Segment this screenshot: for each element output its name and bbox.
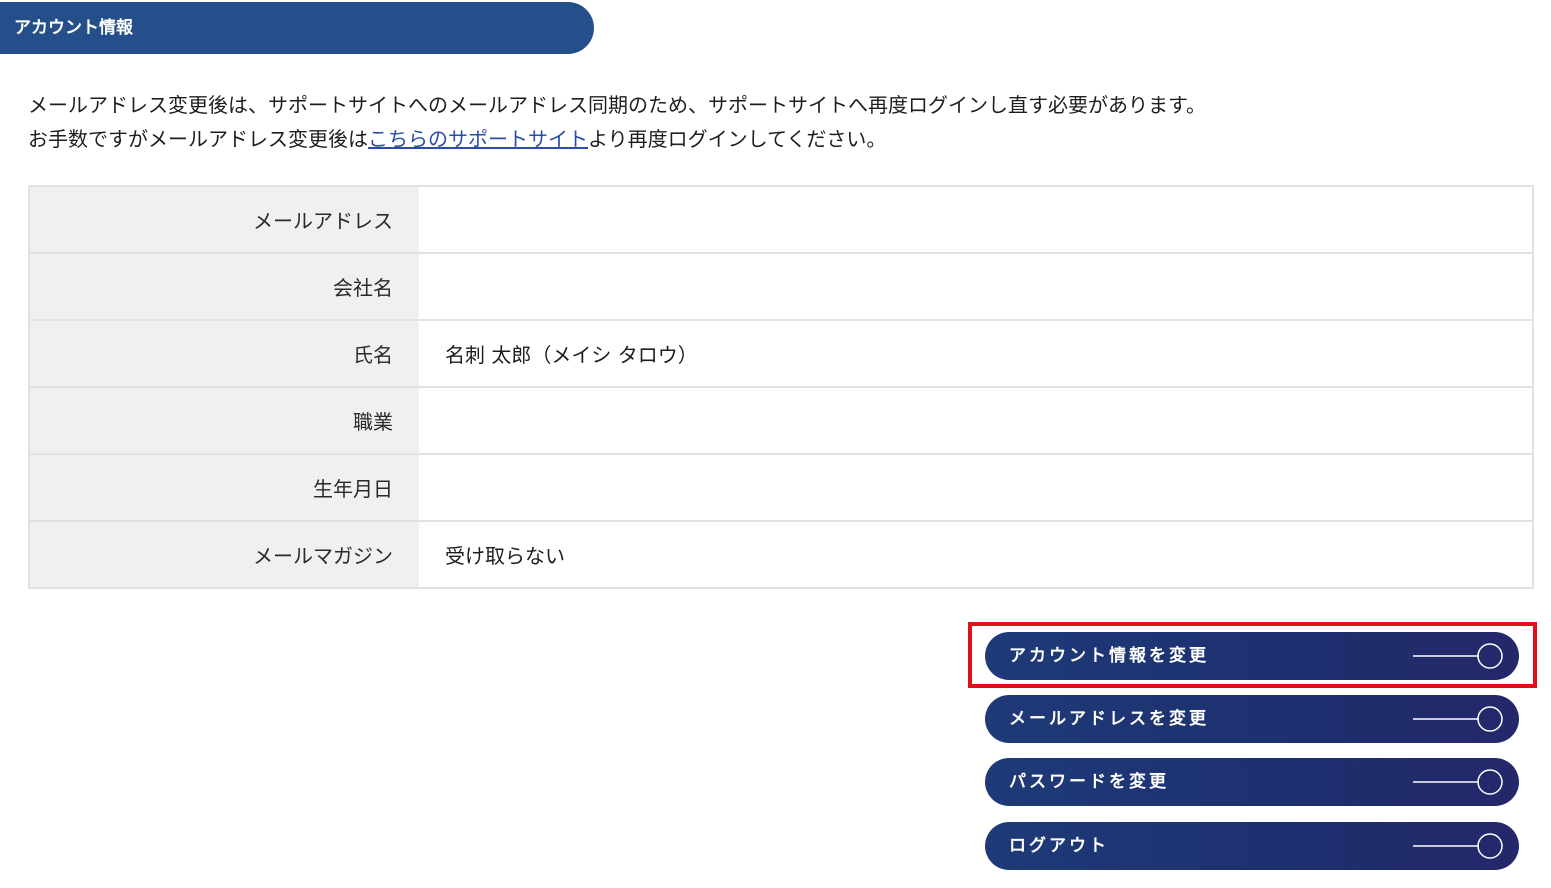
- line-circle-arrow-icon: [1413, 643, 1503, 669]
- change-account-info-label: アカウント情報を変更: [1009, 646, 1209, 666]
- table-row: メールマガジン 受け取らない: [29, 520, 1533, 588]
- line-circle-arrow-icon: [1413, 833, 1503, 859]
- change-email-label: メールアドレスを変更: [1009, 709, 1209, 729]
- notice-text-after-link: より再度ログインしてください。: [588, 127, 887, 151]
- table-row: メールアドレス: [29, 186, 1533, 253]
- sync-notice: メールアドレス変更後は、サポートサイトへのメールアドレス同期のため、サポートサイ…: [28, 88, 1206, 156]
- occupation-label: 職業: [29, 386, 419, 454]
- notice-line-2: お手数ですがメールアドレス変更後はこちらのサポートサイトより再度ログインしてくだ…: [28, 122, 1206, 156]
- line-circle-arrow-icon: [1413, 706, 1503, 732]
- logout-label: ログアウト: [1009, 836, 1109, 856]
- occupation-value: [419, 386, 1533, 454]
- name-value: 名刺 太郎（メイシ タロウ）: [419, 319, 1533, 387]
- section-header-account-info: アカウント情報: [0, 2, 594, 54]
- newsletter-value: 受け取らない: [419, 520, 1533, 588]
- birthdate-value: [419, 453, 1533, 521]
- company-value: [419, 252, 1533, 320]
- change-password-button[interactable]: パスワードを変更: [985, 758, 1519, 806]
- table-row: 氏名 名刺 太郎（メイシ タロウ）: [29, 319, 1533, 387]
- change-account-info-button[interactable]: アカウント情報を変更: [985, 632, 1519, 680]
- line-circle-arrow-icon: [1413, 769, 1503, 795]
- birthdate-label: 生年月日: [29, 453, 419, 521]
- table-row: 会社名: [29, 252, 1533, 320]
- section-title: アカウント情報: [14, 18, 133, 38]
- notice-text-before-link: お手数ですがメールアドレス変更後は: [28, 127, 368, 151]
- support-site-link[interactable]: こちらのサポートサイト: [368, 127, 588, 151]
- change-email-button[interactable]: メールアドレスを変更: [985, 695, 1519, 743]
- table-row: 職業: [29, 386, 1533, 454]
- email-label: メールアドレス: [29, 186, 419, 253]
- email-value: [419, 186, 1533, 253]
- notice-line-1: メールアドレス変更後は、サポートサイトへのメールアドレス同期のため、サポートサイ…: [28, 93, 1206, 117]
- newsletter-label: メールマガジン: [29, 520, 419, 588]
- account-info-table: メールアドレス 会社名 氏名 名刺 太郎（メイシ タロウ） 職業 生年月日 メー…: [28, 185, 1534, 589]
- logout-button[interactable]: ログアウト: [985, 822, 1519, 870]
- change-password-label: パスワードを変更: [1009, 772, 1169, 792]
- name-label: 氏名: [29, 319, 419, 387]
- company-label: 会社名: [29, 252, 419, 320]
- table-row: 生年月日: [29, 453, 1533, 521]
